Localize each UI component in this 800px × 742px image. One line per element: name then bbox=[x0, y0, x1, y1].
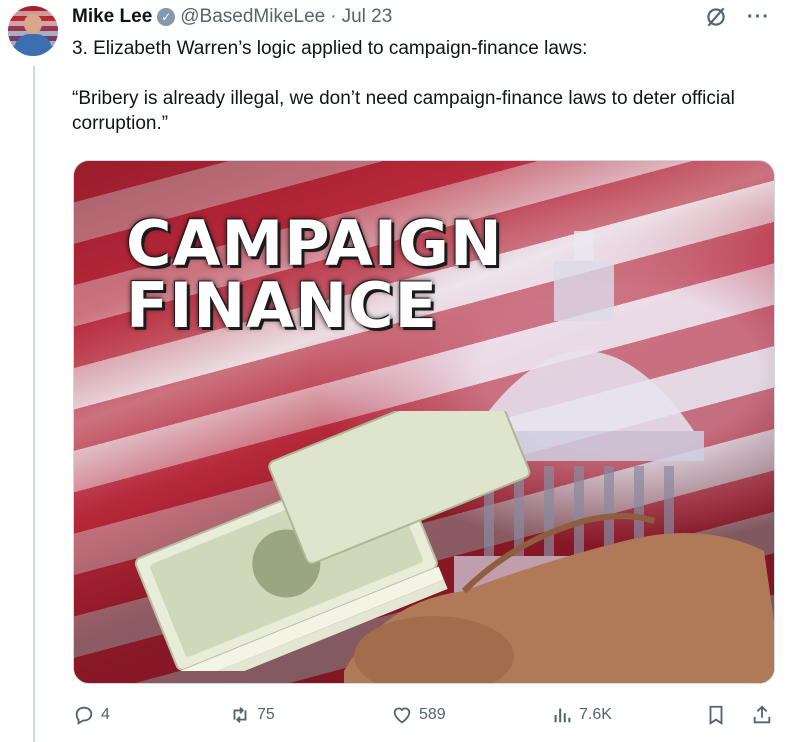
like-count: 589 bbox=[419, 706, 446, 723]
avatar[interactable] bbox=[8, 6, 58, 56]
like-button[interactable]: 589 bbox=[391, 702, 446, 728]
retweet-button[interactable]: 75 bbox=[229, 702, 275, 728]
bookmark-button[interactable] bbox=[705, 702, 727, 728]
view-count: 7.6K bbox=[579, 706, 612, 723]
tweet-header: Mike Lee ✓ @BasedMikeLee · Jul 23 bbox=[72, 4, 392, 30]
reply-icon bbox=[75, 706, 93, 725]
share-icon bbox=[753, 705, 771, 724]
retweet-icon bbox=[233, 707, 247, 723]
views-button[interactable]: 7.6K bbox=[551, 702, 612, 728]
tweet-date[interactable]: Jul 23 bbox=[342, 6, 393, 28]
author-name[interactable]: Mike Lee bbox=[72, 6, 152, 28]
separator-dot: · bbox=[330, 6, 337, 27]
bookmark-icon bbox=[709, 705, 723, 725]
reply-button[interactable]: 4 bbox=[73, 702, 110, 728]
thread-line bbox=[33, 66, 35, 742]
caption-line-2: FINANCE bbox=[126, 269, 439, 342]
hands bbox=[344, 513, 774, 683]
tweet-image[interactable]: CAMPAIGN FINANCE bbox=[73, 160, 775, 684]
reply-count: 4 bbox=[101, 706, 110, 723]
avatar-suit bbox=[14, 34, 52, 56]
image-caption: CAMPAIGN FINANCE bbox=[126, 213, 503, 337]
grok-slash-icon[interactable] bbox=[703, 4, 729, 30]
tweet-text: 3. Elizabeth Warren’s logic applied to c… bbox=[72, 38, 735, 134]
views-icon bbox=[554, 708, 571, 723]
share-button[interactable] bbox=[751, 702, 773, 728]
heart-icon bbox=[393, 707, 411, 724]
retweet-count: 75 bbox=[257, 706, 275, 723]
author-handle[interactable]: @BasedMikeLee bbox=[180, 6, 325, 28]
tweet-actions: 4 75 589 7.6K bbox=[73, 702, 773, 728]
caption-line-1: CAMPAIGN bbox=[126, 207, 503, 280]
avatar-head bbox=[24, 14, 42, 34]
tweet-top-icons: ··· bbox=[703, 4, 770, 30]
verified-badge-icon[interactable]: ✓ bbox=[157, 8, 176, 26]
more-icon[interactable]: ··· bbox=[747, 7, 770, 27]
